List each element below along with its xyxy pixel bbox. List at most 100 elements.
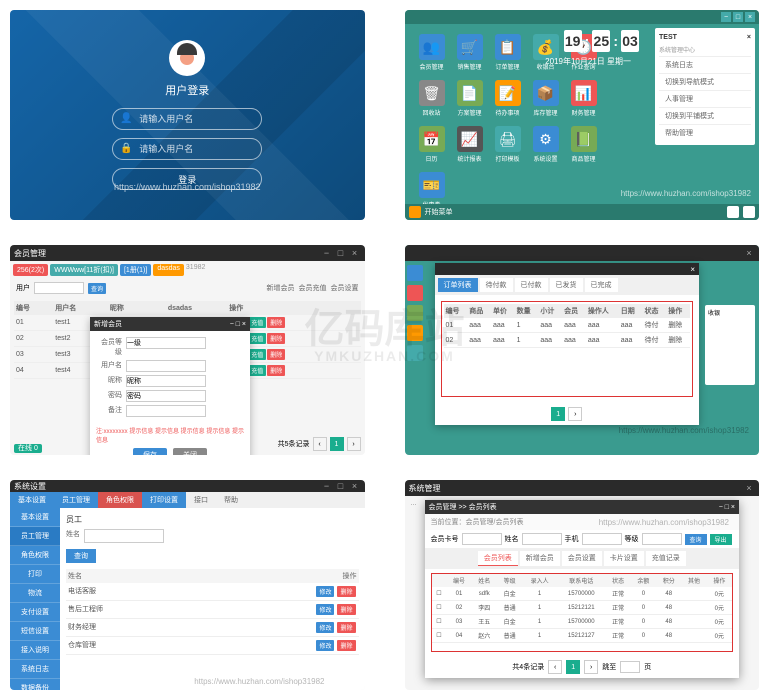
search-input[interactable] — [34, 282, 84, 294]
search-button[interactable]: 查询 — [685, 534, 707, 545]
desktop-tile[interactable]: 📅日历 — [417, 126, 447, 166]
tab[interactable]: 会员设置 — [562, 551, 602, 566]
sidebar-item[interactable]: 角色权限 — [10, 546, 60, 565]
popup-item[interactable]: 人事管理 — [659, 90, 751, 107]
tray-icon[interactable] — [727, 206, 739, 218]
op-button[interactable]: 修改 — [316, 622, 334, 633]
tag[interactable]: 256(2次) — [13, 264, 48, 276]
export-button[interactable]: 导出 — [710, 534, 732, 545]
login-button[interactable]: 登录 — [112, 168, 262, 190]
search-button[interactable]: 查询 — [66, 549, 96, 563]
filter-input[interactable] — [522, 533, 562, 545]
op-button[interactable]: 删除 — [267, 349, 285, 360]
popup-item[interactable]: 切换到平铺模式 — [659, 107, 751, 124]
desktop-tile[interactable]: 📊财务管理 — [569, 80, 599, 120]
cancel-button[interactable]: 关闭 — [173, 448, 207, 455]
save-button[interactable]: 保存 — [133, 448, 167, 455]
sidebar-item[interactable]: 物流 — [10, 584, 60, 603]
dialog-input[interactable] — [126, 390, 206, 402]
tag[interactable]: dasdas — [153, 264, 184, 276]
op-button[interactable]: 删除 — [267, 365, 285, 376]
sidebar-item[interactable]: 系统日志 — [10, 660, 60, 679]
dialog-input[interactable] — [126, 337, 206, 349]
sidebar-icon[interactable] — [407, 285, 423, 301]
sidebar-icon[interactable] — [407, 305, 423, 321]
desktop-tile[interactable]: 📋订单管理 — [493, 34, 523, 74]
close-icon[interactable]: × — [743, 247, 755, 259]
filter-input[interactable] — [642, 533, 682, 545]
desktop-tile[interactable]: 📗商品管理 — [569, 126, 599, 166]
maximize-icon[interactable]: □ — [335, 480, 347, 492]
desktop-tile[interactable]: 🗑回收站 — [417, 80, 447, 120]
close-icon[interactable]: × — [690, 265, 695, 274]
tab[interactable]: 充值记录 — [646, 551, 686, 566]
desktop-tile[interactable]: 🛒销售管理 — [455, 34, 485, 74]
sidebar-item[interactable]: 数据备份 — [10, 679, 60, 690]
password-input[interactable] — [112, 138, 262, 160]
maximize-icon[interactable]: □ — [335, 247, 347, 259]
popup-item[interactable]: 系统日志 — [659, 56, 751, 73]
tag[interactable]: WWWww[11折(扣)] — [50, 264, 118, 276]
tab[interactable]: 角色权限 — [98, 492, 142, 508]
close-icon[interactable]: × — [743, 482, 755, 494]
op-button[interactable]: 删除 — [337, 586, 355, 597]
desktop-tile[interactable]: 💰收银台 — [531, 34, 561, 74]
dialog-input[interactable] — [126, 360, 206, 372]
tab[interactable]: 打印设置 — [142, 492, 186, 508]
sidebar-item[interactable]: 支付设置 — [10, 603, 60, 622]
op-button[interactable]: 修改 — [316, 586, 334, 597]
close-icon[interactable]: × — [745, 12, 755, 22]
op-button[interactable]: 充值 — [248, 349, 266, 360]
minimize-icon[interactable]: − — [321, 247, 333, 259]
desktop-tile[interactable]: 🖨打印模板 — [493, 126, 523, 166]
start-icon[interactable] — [409, 206, 421, 218]
tray-icon[interactable] — [743, 206, 755, 218]
op-button[interactable]: 删除 — [267, 333, 285, 344]
pager-next[interactable]: › — [347, 437, 361, 451]
desktop-tile[interactable]: 📦库存管理 — [531, 80, 561, 120]
sidebar-icon[interactable] — [407, 325, 423, 341]
op-button[interactable]: 删除 — [337, 622, 355, 633]
op-button[interactable]: 修改 — [316, 604, 334, 615]
close-icon[interactable]: × — [747, 34, 751, 41]
sidebar-item[interactable]: 接入说明 — [10, 641, 60, 660]
op-button[interactable]: 充值 — [248, 365, 266, 376]
op-button[interactable]: 充值 — [248, 317, 266, 328]
op-button[interactable]: 充值 — [248, 333, 266, 344]
tab[interactable]: 基本设置 — [10, 492, 54, 508]
op-button[interactable]: 修改 — [316, 640, 334, 651]
tag[interactable]: [1册(1)] — [120, 264, 151, 276]
sidebar-icon[interactable] — [407, 265, 423, 281]
sidebar-item[interactable]: 打印 — [10, 565, 60, 584]
tab[interactable]: 接口 — [186, 492, 216, 508]
tab[interactable]: 帮助 — [216, 492, 246, 508]
close-icon[interactable]: − □ × — [719, 504, 735, 511]
tab[interactable]: 订单列表 — [438, 278, 478, 292]
desktop-tile[interactable]: 📝待办事项 — [493, 80, 523, 120]
close-icon[interactable]: × — [349, 247, 361, 259]
desktop-tile[interactable]: 📄方案管理 — [455, 80, 485, 120]
desktop-tile[interactable]: ⚙系统设置 — [531, 126, 561, 166]
search-button[interactable]: 查询 — [88, 283, 106, 294]
op-button[interactable]: 删除 — [337, 604, 355, 615]
sidebar-icon[interactable] — [407, 345, 423, 361]
dialog-input[interactable] — [126, 375, 206, 387]
op-button[interactable]: 删除 — [267, 317, 285, 328]
close-icon[interactable]: − □ × — [230, 321, 246, 328]
popup-item[interactable]: 帮助管理 — [659, 124, 751, 141]
sidebar-item[interactable]: 短信设置 — [10, 622, 60, 641]
tab[interactable]: 已发货 — [550, 278, 583, 292]
username-input[interactable] — [112, 108, 262, 130]
tab[interactable]: 卡片设置 — [604, 551, 644, 566]
op-button[interactable]: 删除 — [337, 640, 355, 651]
filter-input[interactable] — [462, 533, 502, 545]
popup-item[interactable]: 切换到导航模式 — [659, 73, 751, 90]
desktop-tile[interactable]: 📈统计报表 — [455, 126, 485, 166]
close-icon[interactable]: × — [349, 480, 361, 492]
maximize-icon[interactable]: □ — [733, 12, 743, 22]
sidebar-item[interactable]: 基本设置 — [10, 508, 60, 527]
tab[interactable]: 员工管理 — [54, 492, 98, 508]
desktop-tile[interactable]: 👥会员管理 — [417, 34, 447, 74]
minimize-icon[interactable]: − — [721, 12, 731, 22]
name-input[interactable] — [84, 529, 164, 543]
